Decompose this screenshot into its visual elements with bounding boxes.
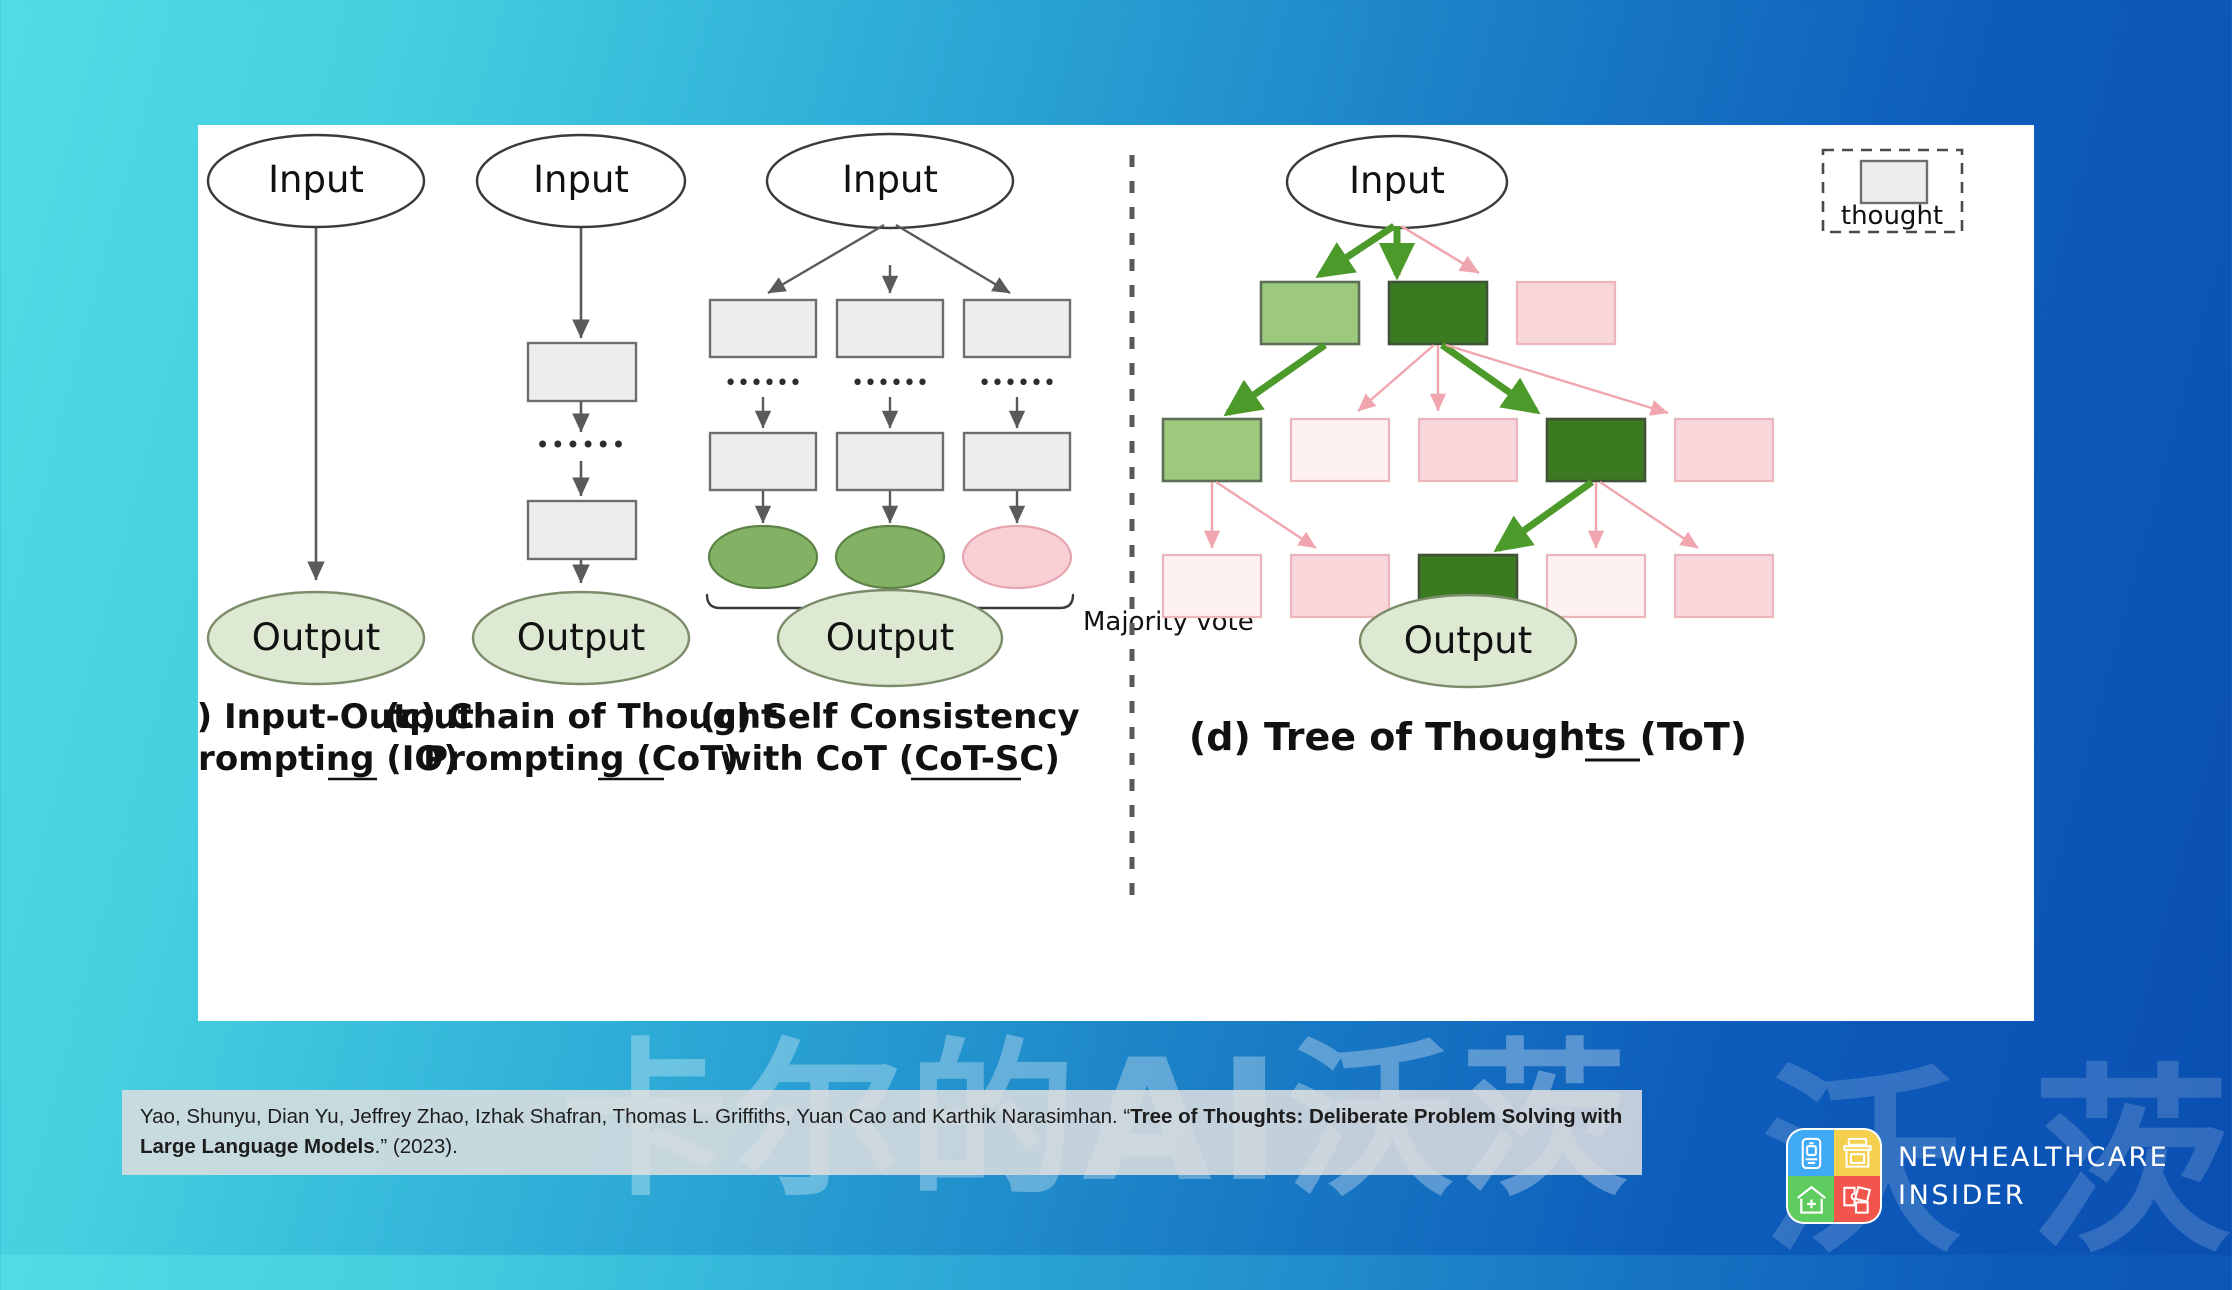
tot-edge-l1a-l2a [1223, 342, 1328, 417]
panel-tot: thought Input Output (d) Tree of Thought… [1161, 134, 1964, 762]
puzzle-icon [1834, 1176, 1880, 1222]
cot-thought-1 [526, 341, 638, 403]
tot-node-l2-1 [1161, 417, 1263, 483]
io-caption-line2: Prompting (IO) [198, 739, 459, 779]
tot-edge-l1b-l2b [1357, 344, 1435, 412]
cotsc-result-2 [834, 524, 946, 590]
tot-caption: (d) Tree of Thoughts (ToT) [1189, 715, 1747, 759]
logo-line-1: NEWHEALTHCARE [1898, 1141, 2169, 1173]
citation-part1: Yao, Shunyu, Dian Yu, Jeffrey Zhao, Izha… [140, 1105, 1131, 1128]
cotsc-thought-2a [835, 298, 945, 359]
cotsc-thought-1b [708, 431, 818, 492]
cot-thought-2 [526, 499, 638, 561]
tot-node-l3-1 [1161, 553, 1263, 619]
phone-icon [1788, 1130, 1834, 1176]
io-output-label: Output [252, 616, 381, 659]
panel-io: Input Output (a) Input-Output Prompting … [198, 133, 474, 781]
cotsc-result-3 [961, 524, 1073, 590]
tot-node-l3-2 [1289, 553, 1391, 619]
cot-input-label: Input [533, 158, 629, 201]
shop-icon [1834, 1130, 1880, 1176]
tot-node-l3-5 [1673, 553, 1775, 619]
tot-edge-l1b-l2e [1445, 343, 1669, 416]
cotsc-ellipsis-1: •••••• [724, 371, 802, 396]
tot-input-label: Input [1349, 159, 1445, 202]
cot-caption-line2: Prompting (CoT) [423, 739, 739, 779]
citation-part2: .” (2023). [374, 1134, 458, 1158]
cotsc-ellipsis-3: •••••• [978, 371, 1056, 396]
cotsc-thought-1a [708, 298, 818, 359]
tot-node-l2-5 [1673, 417, 1775, 483]
citation-block: Yao, Shunyu, Dian Yu, Jeffrey Zhao, Izha… [122, 1090, 1642, 1176]
tot-node-l1-1 [1259, 280, 1361, 346]
cotsc-thought-3b [962, 431, 1072, 492]
cotsc-branch-right [895, 223, 1011, 295]
tot-edge-l2d-l3e [1599, 481, 1699, 549]
tot-node-l2-4 [1545, 417, 1647, 483]
logo-line-2: INSIDER [1898, 1179, 2027, 1211]
cotsc-output-label: Output [826, 616, 955, 659]
cotsc-input-label: Input [842, 158, 938, 201]
tot-edge-root-l1a [1315, 223, 1396, 279]
logo-mark [1786, 1128, 1882, 1224]
thought-legend-label: thought [1841, 201, 1943, 231]
cotsc-caption-line2: with CoT (CoT-SC) [720, 739, 1060, 779]
cotsc-result-1 [707, 524, 819, 590]
tot-edge-l2d-l3c [1493, 479, 1595, 553]
newhealthcare-insider-logo[interactable]: NEWHEALTHCARE INSIDER [1786, 1128, 2169, 1224]
cotsc-thought-2b [835, 431, 945, 492]
cotsc-thought-3a [962, 298, 1072, 359]
tot-node-l2-2 [1289, 417, 1391, 483]
logo-wordmark: NEWHEALTHCARE INSIDER [1898, 1142, 2169, 1211]
tot-edge-l2a-l3b [1215, 480, 1317, 550]
tot-edge-root-l1c [1400, 224, 1480, 275]
cotsc-ellipsis-2: •••••• [851, 371, 929, 396]
tot-node-l2-3 [1417, 417, 1519, 483]
thought-legend-swatch [1859, 159, 1929, 205]
cotsc-branch-left [767, 223, 885, 295]
io-input-label: Input [268, 158, 364, 201]
tot-node-l1-2 [1387, 280, 1489, 346]
tot-node-l3-4 [1545, 553, 1647, 619]
tree-of-thoughts-figure: Input Output (a) Input-Output Prompting … [198, 125, 2034, 1021]
cot-output-label: Output [517, 616, 646, 659]
cotsc-caption-line1: (c) Self Consistency [700, 697, 1079, 737]
tot-node-l1-3 [1515, 280, 1617, 346]
tot-output-label: Output [1404, 619, 1533, 662]
figure-card: Input Output (a) Input-Output Prompting … [198, 125, 2034, 1021]
tot-edge-l1b-l2d [1439, 342, 1541, 415]
hospital-home-icon [1788, 1176, 1834, 1222]
cot-ellipsis: •••••• [536, 431, 627, 459]
